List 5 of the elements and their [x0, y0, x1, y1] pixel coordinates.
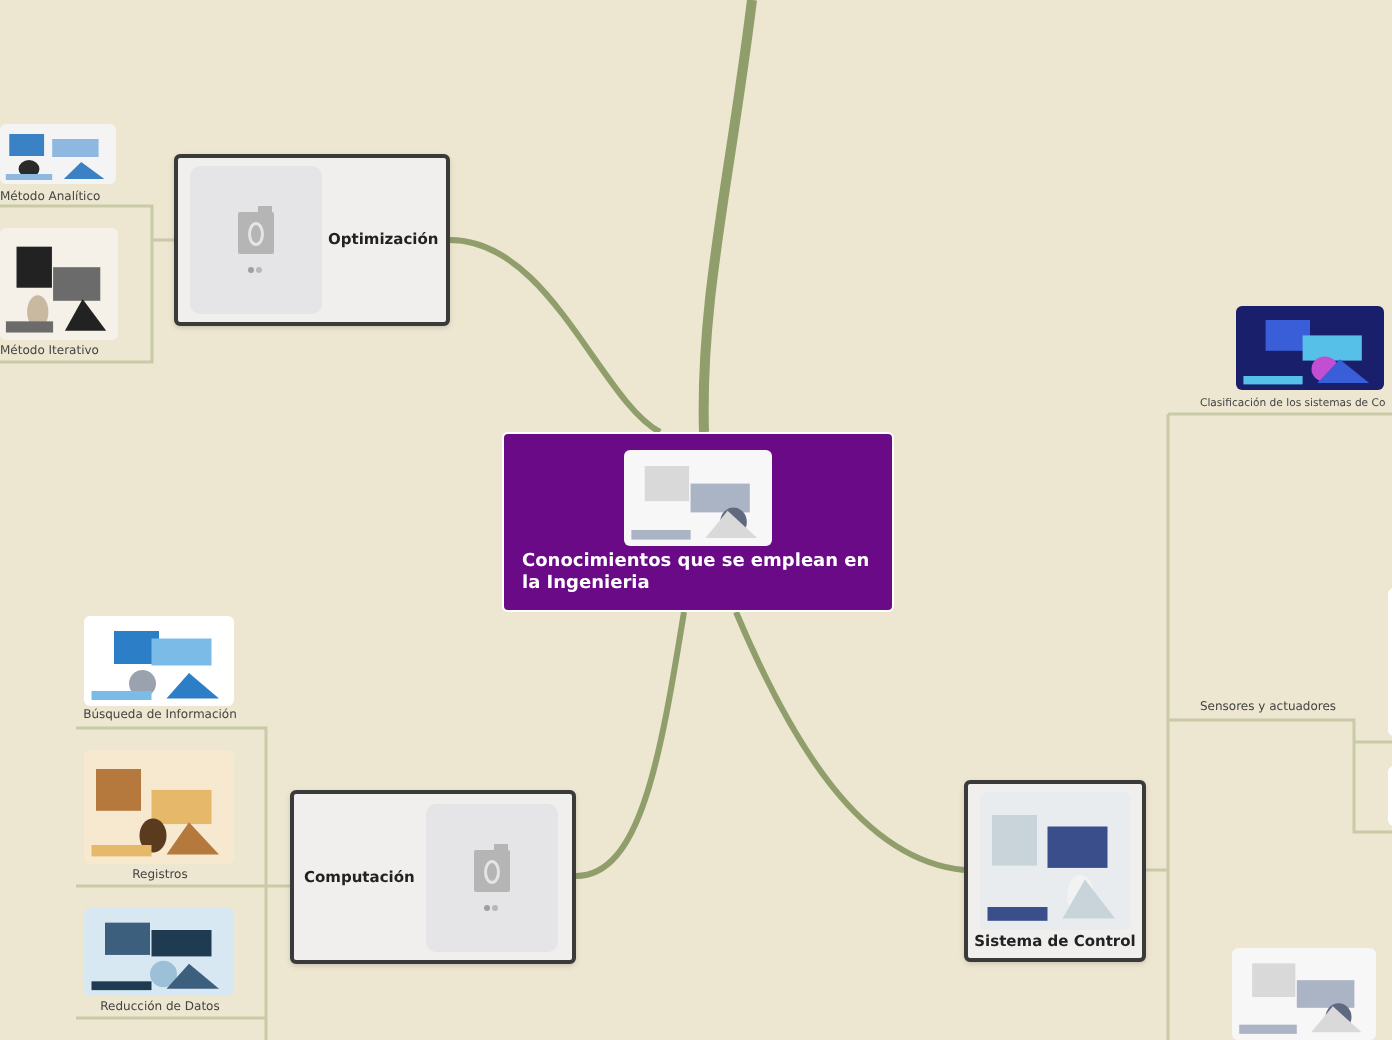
central-topic[interactable]: Conocimientos que se emplean en la Ingenieria	[522, 552, 882, 596]
camera-icon	[474, 843, 510, 891]
loading-icon	[484, 903, 500, 911]
camera-icon	[238, 206, 274, 254]
loading-icon	[248, 266, 264, 274]
